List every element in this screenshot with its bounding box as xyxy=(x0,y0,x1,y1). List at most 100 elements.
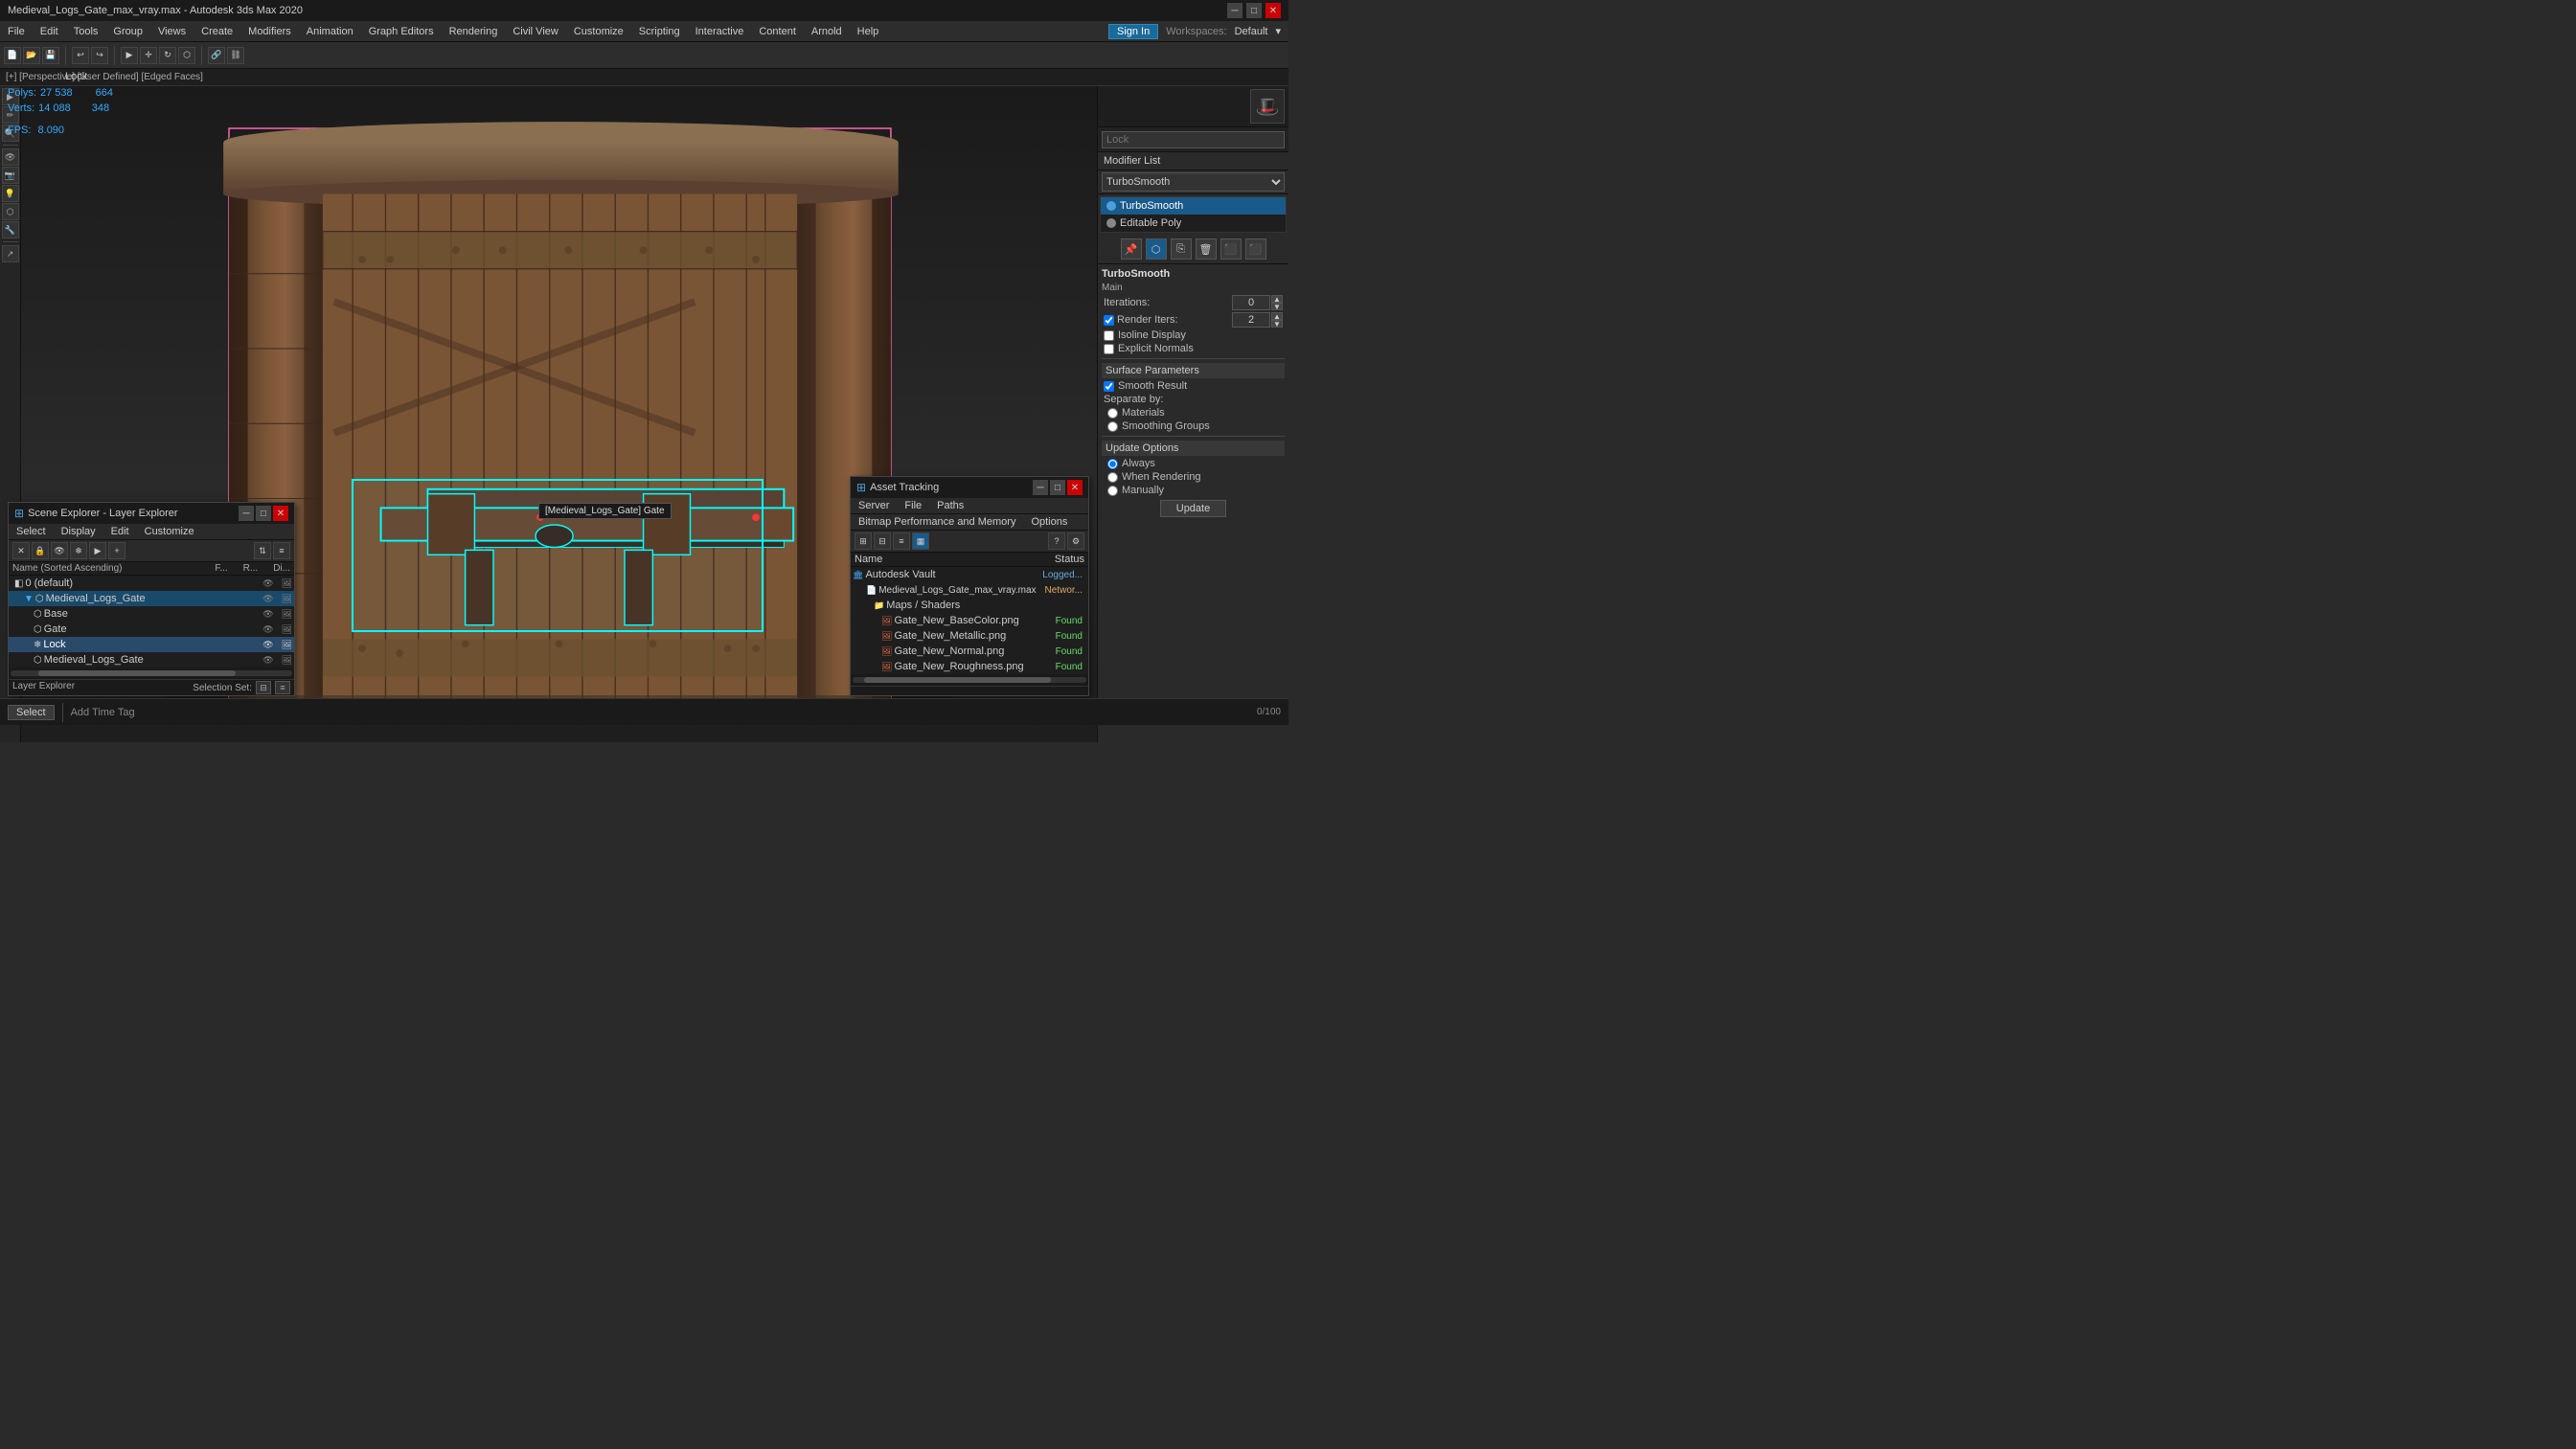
menu-scripting[interactable]: Scripting xyxy=(631,21,688,42)
menu-content[interactable]: Content xyxy=(751,21,804,42)
isoline-checkbox[interactable] xyxy=(1104,330,1114,341)
at-submenu-bitmap[interactable]: Bitmap Performance and Memory xyxy=(851,514,1023,530)
modifier-editable-poly[interactable]: Editable Poly xyxy=(1101,215,1286,232)
se-tool-render[interactable]: ▶ xyxy=(89,542,106,559)
toolbar-rotate[interactable]: ↻ xyxy=(159,47,176,64)
toolbar-scale[interactable]: ⬡ xyxy=(178,47,195,64)
mod-copy-btn[interactable]: ⎘ xyxy=(1171,238,1192,260)
left-tool-camera[interactable]: 📷 xyxy=(2,167,19,184)
at-menu-file[interactable]: File xyxy=(897,498,929,513)
at-menu-paths[interactable]: Paths xyxy=(929,498,971,513)
left-tool-geo[interactable]: ⬡ xyxy=(2,203,19,220)
menu-interactive[interactable]: Interactive xyxy=(688,21,752,42)
menu-animation[interactable]: Animation xyxy=(299,21,361,42)
mod-move-up-btn[interactable]: ⬛ xyxy=(1220,238,1242,260)
toolbar-undo[interactable]: ↩ xyxy=(72,47,89,64)
toolbar-redo[interactable]: ↪ xyxy=(91,47,108,64)
se-tool-vis[interactable]: 👁 xyxy=(51,542,68,559)
se-row-medieval-logs-gate[interactable]: ▼ ⬡ Medieval_Logs_Gate 👁 🖼 xyxy=(9,591,294,606)
render-iters-checkbox[interactable] xyxy=(1104,315,1114,326)
menu-help[interactable]: Help xyxy=(850,21,887,42)
menu-civil-view[interactable]: Civil View xyxy=(505,21,565,42)
se-selection-set-btn2[interactable]: ≡ xyxy=(275,681,290,694)
toolbar-select[interactable]: ▶ xyxy=(121,47,138,64)
menu-edit[interactable]: Edit xyxy=(33,21,66,42)
se-tool-freeze[interactable]: ❄ xyxy=(70,542,87,559)
render-iters-down[interactable]: ▼ xyxy=(1271,320,1283,328)
smoothing-groups-radio[interactable] xyxy=(1107,421,1118,432)
se-selection-set-btn[interactable]: ⊟ xyxy=(256,681,271,694)
left-tool-paint[interactable]: ✏ xyxy=(2,106,19,124)
se-menu-select[interactable]: Select xyxy=(9,524,54,539)
toolbar-move[interactable]: ✛ xyxy=(140,47,157,64)
at-tool-4[interactable]: ▦ xyxy=(912,532,929,550)
modifier-dropdown[interactable]: TurboSmooth xyxy=(1102,172,1285,192)
at-titlebar[interactable]: ⊞ Asset Tracking ─ □ ✕ xyxy=(851,477,1088,498)
always-radio[interactable] xyxy=(1107,459,1118,469)
left-tool-eye[interactable]: 👁 xyxy=(2,148,19,166)
workspace-dropdown-icon[interactable]: ▾ xyxy=(1275,25,1281,37)
toolbar-open[interactable]: 📂 xyxy=(23,47,40,64)
select-button[interactable]: Select xyxy=(8,705,55,720)
toolbar-new[interactable]: 📄 xyxy=(4,47,21,64)
when-rendering-radio[interactable] xyxy=(1107,472,1118,483)
left-tool-arrow[interactable]: ↗ xyxy=(2,245,19,262)
at-row-metallic[interactable]: 🖼 Gate_New_Metallic.png Found xyxy=(851,628,1088,644)
se-tool-sort[interactable]: ⇅ xyxy=(254,542,271,559)
se-row-medieval-nested[interactable]: ⬡ Medieval_Logs_Gate 👁 🖼 xyxy=(9,652,294,668)
se-row-gate[interactable]: ⬡ Gate 👁 🖼 xyxy=(9,622,294,637)
toolbar-unlink[interactable]: ⛓ xyxy=(227,47,244,64)
menu-modifiers[interactable]: Modifiers xyxy=(240,21,299,42)
menu-arnold[interactable]: Arnold xyxy=(804,21,850,42)
mod-move-down-btn[interactable]: ⬛ xyxy=(1245,238,1266,260)
mod-delete-btn[interactable]: 🗑 xyxy=(1196,238,1217,260)
se-restore-btn[interactable]: □ xyxy=(256,506,271,521)
left-tool-select[interactable]: ▶ xyxy=(2,88,19,105)
se-close-btn[interactable]: ✕ xyxy=(273,506,288,521)
left-tool-zoom[interactable]: 🔍 xyxy=(2,125,19,142)
se-tool-filter[interactable]: ≡ xyxy=(273,542,290,559)
materials-radio[interactable] xyxy=(1107,408,1118,419)
minimize-btn[interactable]: ─ xyxy=(1227,3,1242,18)
menu-group[interactable]: Group xyxy=(105,21,150,42)
se-row-base[interactable]: ⬡ Base 👁 🖼 xyxy=(9,606,294,622)
smooth-result-checkbox[interactable] xyxy=(1104,381,1114,392)
menu-tools[interactable]: Tools xyxy=(66,21,106,42)
at-restore-btn[interactable]: □ xyxy=(1050,480,1065,495)
toolbar-save[interactable]: 💾 xyxy=(42,47,59,64)
at-scrollbar[interactable] xyxy=(851,674,1088,686)
at-menu-server[interactable]: Server xyxy=(851,498,897,513)
close-btn[interactable]: ✕ xyxy=(1265,3,1281,18)
at-tool-help[interactable]: ? xyxy=(1048,532,1065,550)
mod-highlight-btn[interactable]: ⬡ xyxy=(1146,238,1167,260)
se-menu-customize[interactable]: Customize xyxy=(137,524,202,539)
maximize-btn[interactable]: □ xyxy=(1246,3,1262,18)
at-row-max-file[interactable]: 📄 Medieval_Logs_Gate_max_vray.max Networ… xyxy=(851,582,1088,598)
scene-explorer-titlebar[interactable]: ⊞ Scene Explorer - Layer Explorer ─ □ ✕ xyxy=(9,503,294,524)
at-row-normal[interactable]: 🖼 Gate_New_Normal.png Found xyxy=(851,644,1088,659)
at-close-btn[interactable]: ✕ xyxy=(1067,480,1083,495)
menu-create[interactable]: Create xyxy=(194,21,240,42)
left-tool-light[interactable]: 💡 xyxy=(2,185,19,202)
se-menu-edit[interactable]: Edit xyxy=(103,524,137,539)
mod-pin-btn[interactable]: 📌 xyxy=(1121,238,1142,260)
at-tool-2[interactable]: ⊟ xyxy=(874,532,891,550)
se-tool-x[interactable]: ✕ xyxy=(12,542,30,559)
at-tool-3[interactable]: ≡ xyxy=(893,532,910,550)
se-row-default[interactable]: ◧ 0 (default) 👁 🖼 xyxy=(9,576,294,591)
menu-rendering[interactable]: Rendering xyxy=(442,21,506,42)
at-row-basecolor[interactable]: 🖼 Gate_New_BaseColor.png Found xyxy=(851,613,1088,628)
at-minimize-btn[interactable]: ─ xyxy=(1033,480,1048,495)
se-row-lock[interactable]: ❄ Lock 👁 🖼 xyxy=(9,637,294,652)
menu-views[interactable]: Views xyxy=(150,21,194,42)
manually-radio[interactable] xyxy=(1107,486,1118,496)
at-row-maps[interactable]: 📁 Maps / Shaders xyxy=(851,598,1088,613)
se-menu-display[interactable]: Display xyxy=(54,524,103,539)
se-scrollbar[interactable] xyxy=(9,668,294,679)
at-tool-settings[interactable]: ⚙ xyxy=(1067,532,1084,550)
sign-in-btn[interactable]: Sign In xyxy=(1108,24,1158,39)
se-tool-add[interactable]: + xyxy=(108,542,125,559)
explicit-normals-checkbox[interactable] xyxy=(1104,344,1114,354)
se-tool-lock[interactable]: 🔒 xyxy=(32,542,49,559)
menu-graph-editors[interactable]: Graph Editors xyxy=(361,21,442,42)
